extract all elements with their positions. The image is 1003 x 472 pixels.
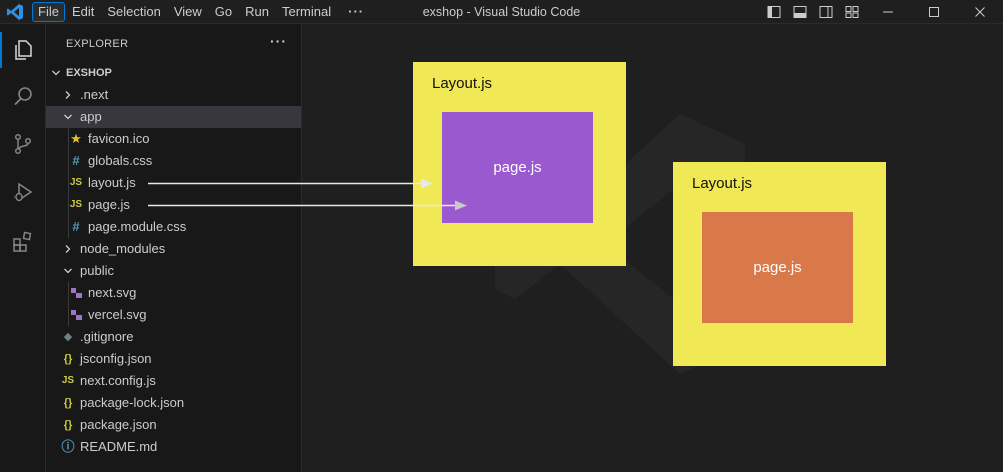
tree-folder-next[interactable]: .next xyxy=(46,84,301,106)
tree-label: next.svg xyxy=(88,285,137,300)
page-label: page.js xyxy=(753,259,802,276)
menu-selection[interactable]: Selection xyxy=(101,2,166,22)
menu-file[interactable]: File xyxy=(32,2,65,22)
json-file-icon: {} xyxy=(63,397,73,409)
extensions-icon[interactable] xyxy=(0,220,46,264)
tree-label: package-lock.json xyxy=(80,395,185,410)
tree-label: .gitignore xyxy=(80,329,134,344)
git-file-icon: ◆ xyxy=(63,331,73,343)
tree-file-jsconfig-json[interactable]: {} jsconfig.json xyxy=(46,348,301,370)
close-icon[interactable] xyxy=(957,0,1003,24)
chevron-down-icon xyxy=(60,106,76,128)
explorer-sidebar: EXPLORER ··· EXSHOP .next app ★ favicon.… xyxy=(46,24,302,472)
js-file-icon: JS xyxy=(69,199,83,210)
toggle-panel-icon[interactable] xyxy=(787,0,813,24)
tree-label: globals.css xyxy=(88,153,153,168)
tree-file-readme-md[interactable]: ⓘ README.md xyxy=(46,436,301,458)
info-file-icon: ⓘ xyxy=(61,439,75,454)
explorer-more-button[interactable]: ··· xyxy=(270,33,287,49)
chevron-right-icon xyxy=(60,84,76,106)
toggle-primary-sidebar-icon[interactable] xyxy=(761,0,787,24)
vscode-logo-icon xyxy=(7,4,23,20)
explorer-icon[interactable] xyxy=(0,28,46,72)
tree-folder-public[interactable]: public xyxy=(46,260,301,282)
tree-label: favicon.ico xyxy=(88,131,150,146)
activity-bar xyxy=(0,24,46,472)
tree-file-package-json[interactable]: {} package.json xyxy=(46,414,301,436)
tree-folder-app[interactable]: app xyxy=(46,106,301,128)
minimize-icon[interactable] xyxy=(865,0,911,24)
json-file-icon: {} xyxy=(63,353,73,365)
tree-label: next.config.js xyxy=(80,373,156,388)
run-debug-icon[interactable] xyxy=(0,170,46,214)
tree-file-next-svg[interactable]: next.svg xyxy=(46,282,301,304)
tree-label: public xyxy=(80,263,114,278)
js-file-icon: JS xyxy=(69,177,83,188)
tree-root-label: EXSHOP xyxy=(66,67,112,79)
svg-file-icon xyxy=(68,282,84,304)
svg-file-icon xyxy=(68,304,84,326)
star-file-icon: ★ xyxy=(70,131,82,146)
menu-go[interactable]: Go xyxy=(209,2,238,22)
js-file-icon: JS xyxy=(61,375,75,386)
file-tree: EXSHOP .next app ★ favicon.ico # globals… xyxy=(46,62,301,458)
tree-file-layout-js[interactable]: JS layout.js xyxy=(46,172,301,194)
maximize-icon[interactable] xyxy=(911,0,957,24)
title-controls xyxy=(761,0,1003,24)
chevron-down-icon xyxy=(48,62,64,84)
tree-file-next-config-js[interactable]: JS next.config.js xyxy=(46,370,301,392)
explorer-header: EXPLORER xyxy=(66,38,129,50)
layout-box-2: Layout.js page.js xyxy=(673,162,886,366)
tree-file-globals-css[interactable]: # globals.css xyxy=(46,150,301,172)
page-box-purple: page.js xyxy=(442,112,593,223)
tree-label: page.module.css xyxy=(88,219,187,234)
menu-edit[interactable]: Edit xyxy=(66,2,100,22)
tree-label: vercel.svg xyxy=(88,307,147,322)
tree-file-favicon[interactable]: ★ favicon.ico xyxy=(46,128,301,150)
layout-label: Layout.js xyxy=(692,175,753,192)
layout-label: Layout.js xyxy=(432,75,493,92)
tree-label: app xyxy=(80,109,102,124)
menu-more-button[interactable]: ··· xyxy=(338,2,374,22)
customize-layout-icon[interactable] xyxy=(839,0,865,24)
search-icon[interactable] xyxy=(0,74,46,118)
editor-area: Layout.js page.js Layout.js page.js xyxy=(302,24,1003,472)
chevron-right-icon xyxy=(60,238,76,260)
tree-label: jsconfig.json xyxy=(80,351,152,366)
tree-file-package-lock-json[interactable]: {} package-lock.json xyxy=(46,392,301,414)
css-file-icon: # xyxy=(72,153,80,168)
tree-file-page-module-css[interactable]: # page.module.css xyxy=(46,216,301,238)
tree-file-vercel-svg[interactable]: vercel.svg xyxy=(46,304,301,326)
css-file-icon: # xyxy=(72,219,80,234)
tree-root-exshop[interactable]: EXSHOP xyxy=(46,62,301,84)
menu-run[interactable]: Run xyxy=(239,2,275,22)
tree-label: page.js xyxy=(88,197,130,212)
tree-label: node_modules xyxy=(80,241,166,256)
tree-label: package.json xyxy=(80,417,157,432)
source-control-icon[interactable] xyxy=(0,122,46,166)
toggle-secondary-sidebar-icon[interactable] xyxy=(813,0,839,24)
chevron-down-icon xyxy=(60,260,76,282)
page-box-orange: page.js xyxy=(702,212,853,323)
title-bar: File Edit Selection View Go Run Terminal… xyxy=(0,0,1003,24)
json-file-icon: {} xyxy=(63,419,73,431)
tree-label: .next xyxy=(80,87,109,102)
tree-file-gitignore[interactable]: ◆ .gitignore xyxy=(46,326,301,348)
tree-file-page-js[interactable]: JS page.js xyxy=(46,194,301,216)
page-label: page.js xyxy=(493,159,542,176)
menu-view[interactable]: View xyxy=(168,2,208,22)
tree-label: README.md xyxy=(80,439,158,454)
tree-folder-node-modules[interactable]: node_modules xyxy=(46,238,301,260)
menu-terminal[interactable]: Terminal xyxy=(276,2,337,22)
menu-bar: File Edit Selection View Go Run Terminal… xyxy=(32,0,375,24)
layout-box-1: Layout.js page.js xyxy=(413,62,626,266)
tree-label: layout.js xyxy=(88,175,136,190)
